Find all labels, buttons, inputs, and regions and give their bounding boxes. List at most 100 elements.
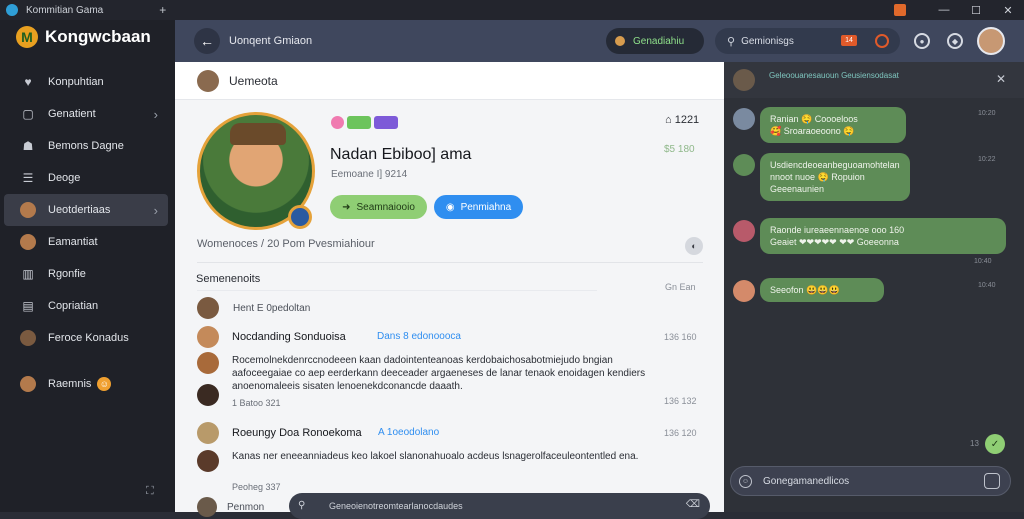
chat-header: Geleoouanesauoun Geusiensodasat ✕ (724, 62, 1024, 98)
amount-label: $5 180 (664, 144, 695, 155)
brand-name: Kongwcbaan (45, 27, 151, 46)
chevron-right-icon: › (153, 106, 158, 122)
scroll-down-button[interactable]: ✓ (985, 434, 1005, 454)
comment-avatar[interactable] (197, 384, 219, 406)
record-icon[interactable] (875, 34, 889, 48)
chat-avatar[interactable] (733, 69, 755, 91)
emoji-icon[interactable] (347, 116, 371, 129)
attach-icon[interactable] (984, 473, 1000, 489)
sidebar-item-2[interactable]: ☗ Bemons Dagne (4, 130, 168, 162)
comments-meta: Gn Ean (665, 282, 696, 292)
comment-avatar[interactable] (197, 352, 219, 374)
user-avatar[interactable] (977, 27, 1005, 55)
primary-action-button[interactable]: ➜ Seamnaiooio (330, 195, 427, 219)
message-avatar[interactable] (733, 108, 755, 130)
hat-shape (230, 123, 286, 145)
emoji-icon[interactable] (374, 116, 398, 129)
notification-icon[interactable]: ● (914, 33, 930, 49)
sidebar-item-8[interactable]: Feroce Konadus (4, 322, 168, 354)
comment-tag[interactable]: A 1oeodolano (378, 427, 439, 438)
sidebar-item-5[interactable]: Eamantiat (4, 226, 168, 258)
search-icon: ⚲ (298, 500, 306, 511)
sidebar-item-4[interactable]: Ueotdertiaas › (4, 194, 168, 226)
sidebar-item-label: Konpuhtian (48, 76, 104, 88)
comment-time: 136 160 (664, 332, 697, 342)
home-stat: ⌂ 1221 (665, 114, 699, 126)
comment-tag[interactable]: Dans 8 edonoooca (377, 331, 461, 342)
comment-author[interactable]: Roeungy Doa Ronoekoma (232, 427, 362, 439)
maximize-button[interactable]: ☐ (960, 4, 992, 17)
secondary-action-button[interactable]: ◉ Penmiahna (434, 195, 523, 219)
list-icon: ☰ (22, 171, 34, 185)
back-button[interactable]: ← (194, 28, 220, 54)
message-avatar[interactable] (733, 220, 755, 242)
profile-name: Nadan Ebiboo] ama (330, 146, 472, 163)
search-text: Gemionisgs (741, 35, 794, 47)
secondary-action-label: Penmiahna (460, 201, 512, 213)
extension-icon[interactable] (894, 4, 906, 16)
message-avatar[interactable] (733, 154, 755, 176)
chat-icon: ◉ (445, 201, 455, 213)
chevron-right-icon: › (153, 202, 158, 218)
comment-avatar[interactable] (197, 422, 219, 444)
scroll-count: 13 (970, 439, 979, 448)
chat-header-text: Geleoouanesauoun Geusiensodasat (769, 71, 899, 80)
bottom-avatar[interactable] (197, 497, 217, 517)
chart-icon: ▥ (22, 267, 34, 281)
avatar-icon (20, 202, 36, 218)
message-avatar[interactable] (733, 280, 755, 302)
message-bubble[interactable]: Seeofon 😃😃😃 (760, 278, 884, 302)
comment-composer[interactable]: ⚲ Geneoienotreomtearlanocdaudes ⌫ (289, 493, 710, 519)
send-icon[interactable]: ⌫ (686, 499, 700, 510)
sidebar-item-0[interactable]: ♥ Konpuhtian (4, 66, 168, 98)
home-icon: ⌂ (665, 114, 675, 126)
close-button[interactable]: ✕ (992, 4, 1024, 17)
channel-avatar[interactable] (197, 70, 219, 92)
page-title: Uonqent Gmiaon (229, 35, 313, 47)
notification-badge-icon: ☺ (97, 377, 112, 391)
new-tab-button[interactable]: + (159, 3, 166, 17)
profile-badge-icon (288, 205, 312, 229)
title-bar: Kommitian Gama + — ☐ ✕ (0, 0, 1024, 20)
emoji-icon[interactable] (331, 116, 344, 129)
sidebar-item-label: Feroce Konadus (48, 332, 129, 344)
sidebar-item-6[interactable]: ▥ Rgonfie (4, 258, 168, 290)
sidebar-item-9[interactable]: Raemnis ☺ (4, 368, 168, 400)
home-count: 1221 (674, 114, 700, 126)
message-time: 10:20 (978, 110, 996, 117)
sidebar-item-7[interactable]: ▤ Copriatian (4, 290, 168, 322)
square-icon: ▢ (22, 107, 34, 121)
status-pill[interactable]: Genadiahiu (606, 28, 704, 54)
channel-title: Uemeota (229, 74, 278, 88)
sidebar-item-label: Copriatian (48, 300, 99, 312)
sidebar-nav: ♥ Konpuhtian ▢ Genatient › ☗ Bemons Dagn… (0, 66, 175, 400)
sidebar-item-3[interactable]: ☰ Deoge (4, 162, 168, 194)
more-icon[interactable]: ◐ (685, 237, 703, 255)
comment-avatar[interactable] (197, 326, 219, 348)
close-icon[interactable]: ✕ (996, 72, 1006, 86)
collapse-icon[interactable]: ⛶ (146, 485, 154, 498)
chat-input-placeholder: Gonegamanedlicos (763, 476, 850, 487)
minimize-button[interactable]: — (928, 4, 960, 16)
heart-icon: ♥ (24, 75, 32, 89)
message-bubble[interactable]: Raonde iureaeennaenoe ooo 160 Geaiet ❤❤❤… (760, 218, 1006, 254)
sidebar-item-1[interactable]: ▢ Genatient › (4, 98, 168, 130)
message-time: 10:40 (978, 282, 996, 289)
primary-action-label: Seamnaiooio (356, 201, 415, 213)
comment-time: 136 132 (664, 396, 697, 406)
status-avatar-icon (615, 36, 625, 46)
message-bubble[interactable]: Ranian 🤤 Coooeloos 🥰 Sroaraoeoono 🤤 (760, 107, 906, 143)
message-bubble[interactable]: Usdiencdeoeanbeguoamohtelan nnoot nuoe 🤤… (760, 153, 910, 201)
sidebar-item-label: Rgonfie (48, 268, 86, 280)
brand[interactable]: M Kongwcbaan (16, 26, 151, 48)
emoji-icon[interactable]: ☺ (739, 475, 752, 488)
comment-author[interactable]: Nocdanding Sonduoisa (232, 331, 346, 343)
comment-avatar[interactable] (197, 450, 219, 472)
sidebar-item-label: Deoge (48, 172, 81, 184)
search-bar[interactable]: ⚲ Gemionisgs 14 (715, 28, 900, 54)
arrow-icon: ➜ (342, 201, 351, 213)
comment-avatar[interactable] (197, 297, 219, 319)
settings-icon[interactable]: ◆ (947, 33, 963, 49)
sidebar-item-label: Genatient (48, 108, 96, 120)
chat-input[interactable]: ☺ Gonegamanedlicos (730, 466, 1011, 496)
